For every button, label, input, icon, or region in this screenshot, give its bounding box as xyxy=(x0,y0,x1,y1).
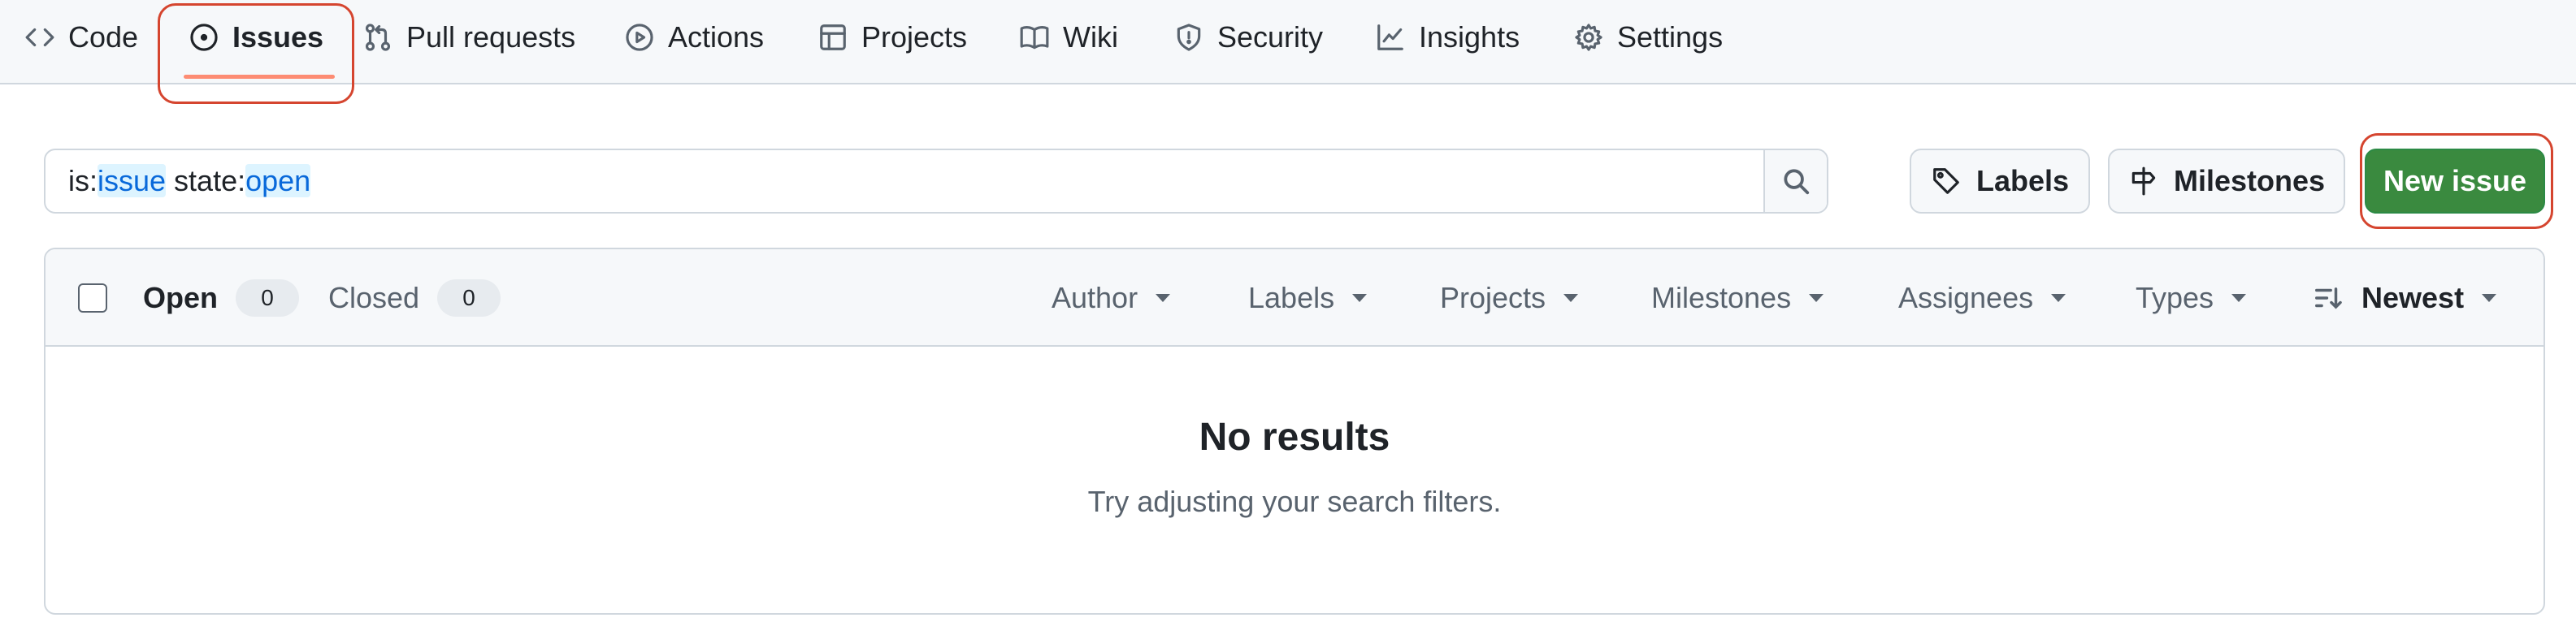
search-value-open: open xyxy=(245,164,311,197)
tab-insights-label: Insights xyxy=(1419,20,1520,54)
search-qualifier-state: state: xyxy=(166,164,246,197)
gear-icon xyxy=(1575,24,1602,51)
assignees-filter-label: Assignees xyxy=(1898,281,2034,314)
closed-count-badge: 0 xyxy=(437,279,501,317)
issues-tab-highlight xyxy=(158,3,354,104)
chevron-down-icon xyxy=(1563,294,1579,302)
tab-code[interactable]: Code xyxy=(24,0,138,75)
tab-wiki[interactable]: Wiki xyxy=(1019,0,1118,75)
chevron-down-icon xyxy=(2051,294,2066,302)
milestones-filter[interactable]: Milestones xyxy=(1651,275,1824,321)
book-icon xyxy=(1020,26,1049,50)
issues-list-header: Open 0 Closed 0 Author Labels Projects M… xyxy=(46,249,2543,347)
chevron-down-icon xyxy=(1352,294,1368,302)
milestones-filter-label: Milestones xyxy=(1651,281,1792,314)
open-count-badge: 0 xyxy=(236,279,300,317)
empty-state-subtitle: Try adjusting your search filters. xyxy=(1087,485,1502,518)
shield-icon xyxy=(1177,24,1201,51)
closed-issues-tab[interactable]: Closed 0 xyxy=(328,275,501,321)
projects-filter-label: Projects xyxy=(1440,281,1546,314)
open-issues-tab[interactable]: Open 0 xyxy=(143,275,300,321)
sort-label: Newest xyxy=(2361,281,2465,314)
tab-pull-requests-label: Pull requests xyxy=(406,20,576,54)
issues-list: Open 0 Closed 0 Author Labels Projects M… xyxy=(44,248,2545,615)
select-all-checkbox[interactable] xyxy=(78,283,107,313)
labels-filter-label: Labels xyxy=(1248,281,1335,314)
search-button[interactable] xyxy=(1763,150,1827,212)
tab-code-label: Code xyxy=(68,20,139,54)
assignees-filter[interactable]: Assignees xyxy=(1898,275,2066,321)
milestones-button[interactable]: Milestones xyxy=(2108,149,2345,214)
tab-settings-label: Settings xyxy=(1617,20,1724,54)
tab-security[interactable]: Security xyxy=(1173,0,1323,75)
chevron-down-icon xyxy=(1156,294,1171,302)
code-icon xyxy=(25,28,54,47)
repo-navigation: Code Issues Pull requests Actions Projec… xyxy=(0,0,2576,84)
tab-actions-label: Actions xyxy=(668,20,765,54)
search-qualifier-is: is: xyxy=(68,164,98,197)
author-filter-label: Author xyxy=(1052,281,1138,314)
tab-projects-label: Projects xyxy=(861,20,968,54)
tab-security-label: Security xyxy=(1217,20,1324,54)
sort-dropdown[interactable]: Newest xyxy=(2313,275,2497,321)
tab-insights[interactable]: Insights xyxy=(1375,0,1520,75)
search-value-issue: issue xyxy=(98,164,167,197)
search-icon xyxy=(1784,169,1810,195)
open-label: Open xyxy=(143,281,219,314)
author-filter[interactable]: Author xyxy=(1052,275,1171,321)
empty-state-title: No results xyxy=(1199,416,1390,459)
milestone-icon xyxy=(2131,166,2156,196)
issues-search[interactable]: is:issue state:open xyxy=(44,149,1828,214)
tab-settings[interactable]: Settings xyxy=(1573,0,1723,75)
tab-pull-requests[interactable]: Pull requests xyxy=(362,0,575,75)
table-icon xyxy=(820,24,846,50)
closed-label: Closed xyxy=(328,281,420,314)
labels-filter[interactable]: Labels xyxy=(1248,275,1368,321)
tab-projects[interactable]: Projects xyxy=(817,0,967,75)
types-filter[interactable]: Types xyxy=(2136,275,2247,321)
tab-wiki-label: Wiki xyxy=(1063,20,1118,54)
tab-actions[interactable]: Actions xyxy=(624,0,764,75)
chevron-down-icon xyxy=(2482,294,2497,302)
play-icon xyxy=(626,24,653,51)
chevron-down-icon xyxy=(2231,294,2247,302)
types-filter-label: Types xyxy=(2136,281,2214,314)
sort-desc-icon xyxy=(2315,287,2342,309)
chevron-down-icon xyxy=(1809,294,1824,302)
tag-icon xyxy=(1933,168,1959,194)
labels-button-label: Labels xyxy=(1975,164,2070,197)
git-pull-request-icon xyxy=(365,24,391,51)
new-issue-highlight xyxy=(2360,133,2553,229)
labels-button[interactable]: Labels xyxy=(1910,149,2090,214)
search-input[interactable]: is:issue state:open xyxy=(46,164,1763,198)
graph-icon xyxy=(1377,24,1403,50)
milestones-button-label: Milestones xyxy=(2173,164,2326,197)
projects-filter[interactable]: Projects xyxy=(1440,275,1579,321)
